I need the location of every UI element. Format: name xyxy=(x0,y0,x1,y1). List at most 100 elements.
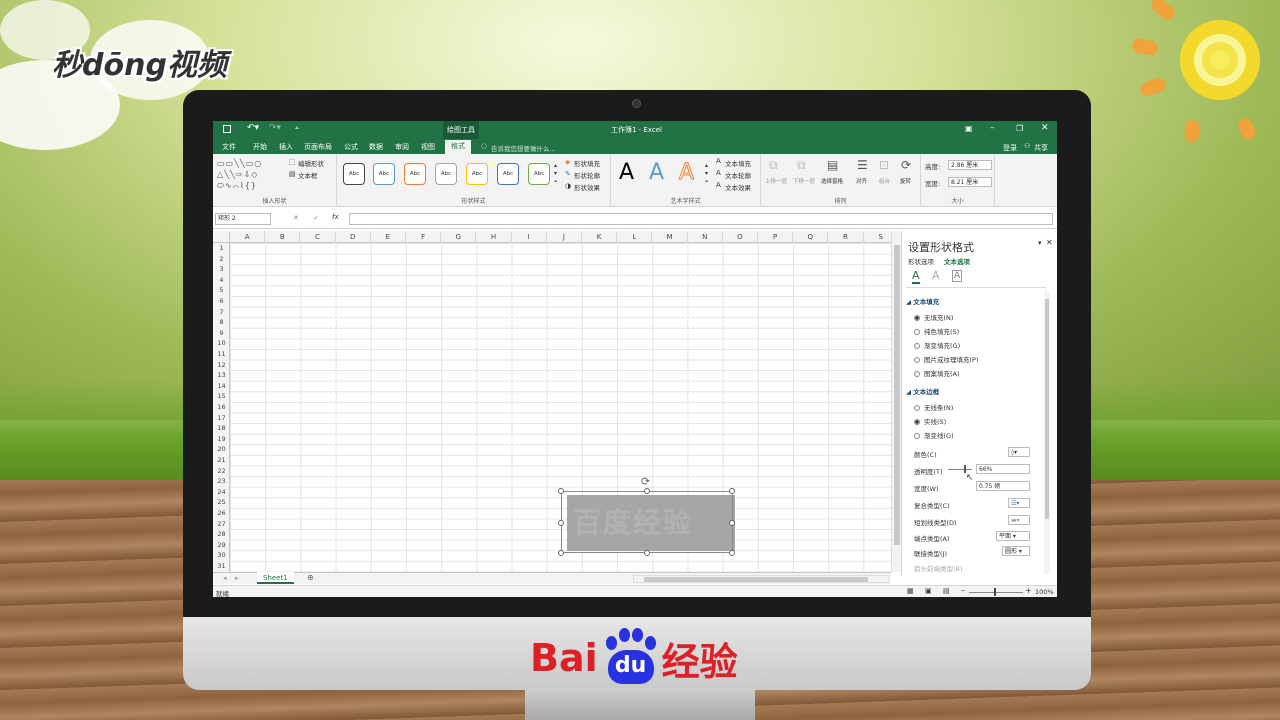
row-header[interactable]: 31 xyxy=(213,561,230,572)
column-header[interactable]: M xyxy=(652,231,688,243)
save-icon[interactable] xyxy=(223,125,231,133)
shape-fill-button[interactable]: 形状填充 xyxy=(574,158,600,168)
shape-outline-button[interactable]: 形状轮廓 xyxy=(574,170,600,180)
zoom-slider-thumb[interactable] xyxy=(994,588,996,596)
enter-icon[interactable]: ✓ xyxy=(313,214,319,222)
close-icon[interactable]: ✕ xyxy=(1041,123,1049,133)
column-header[interactable]: F xyxy=(406,231,442,243)
row-header[interactable]: 2 xyxy=(213,254,230,265)
align-button[interactable]: 对齐 xyxy=(856,177,867,185)
text-outline-button[interactable]: 文本轮廓 xyxy=(725,170,751,180)
wordart-style-black[interactable]: A xyxy=(619,160,634,185)
column-header[interactable]: C xyxy=(300,231,336,243)
row-header[interactable]: 11 xyxy=(213,349,230,360)
wordart-gallery-more-icon[interactable]: ▴ ▾ ⩡ xyxy=(705,162,708,186)
insert-function-icon[interactable]: fx xyxy=(332,213,339,221)
resize-handle[interactable] xyxy=(729,550,735,556)
radio-button[interactable] xyxy=(914,405,920,411)
zoom-in-icon[interactable]: + xyxy=(1025,586,1032,595)
transparency-input[interactable]: 66% xyxy=(976,464,1030,474)
width-input[interactable]: 0.75 磅 xyxy=(976,481,1030,491)
formula-input[interactable] xyxy=(349,213,1053,225)
wordart-style-orange[interactable]: A xyxy=(678,160,694,186)
height-input[interactable]: 2.86 厘米 xyxy=(948,160,992,170)
tab-shape-options[interactable]: 形状选项 xyxy=(908,256,934,266)
text-fill-outline-icon[interactable]: A xyxy=(912,269,920,284)
text-outline-section[interactable]: ◢ 文本边框 xyxy=(906,386,939,396)
shape-style-1[interactable]: Abc xyxy=(343,163,365,185)
zoom-out-icon[interactable]: – xyxy=(961,586,965,595)
text-effects-button[interactable]: 文本效果 xyxy=(725,182,751,192)
pane-scrollbar[interactable] xyxy=(1044,291,1050,574)
textbox-button[interactable]: 文本框 xyxy=(298,170,318,180)
zoom-level[interactable]: 100% xyxy=(1035,588,1054,596)
style-gallery-more-icon[interactable]: ▴ ▾ ⩡ xyxy=(554,162,557,186)
resize-handle[interactable] xyxy=(644,488,650,494)
column-header[interactable]: D xyxy=(336,231,371,243)
tab-insert[interactable]: 插入 xyxy=(279,142,293,152)
customize-qat-icon[interactable]: ⩡ xyxy=(295,124,299,133)
wordart-style-blue[interactable]: A xyxy=(649,160,664,185)
page-break-view-icon[interactable]: ▤ xyxy=(943,587,950,595)
text-fill-section[interactable]: ◢ 文本填充 xyxy=(906,296,939,306)
tab-format[interactable]: 格式 xyxy=(445,140,471,154)
sheet-nav-next-icon[interactable]: ▸ xyxy=(235,574,239,582)
resize-handle[interactable] xyxy=(558,488,564,494)
radio-option[interactable]: 无线条(N) xyxy=(914,402,953,412)
column-header[interactable]: B xyxy=(265,231,301,243)
tab-text-options[interactable]: 文本选项 xyxy=(944,256,970,266)
cancel-icon[interactable]: ✕ xyxy=(293,214,299,222)
row-header[interactable]: 27 xyxy=(213,519,230,530)
shape-style-5[interactable]: Abc xyxy=(466,163,488,185)
signin-link[interactable]: 登录 xyxy=(1003,143,1017,153)
compound-type-dropdown[interactable]: ☰▾ xyxy=(1008,498,1030,508)
row-header[interactable]: 10 xyxy=(213,338,230,349)
resize-handle[interactable] xyxy=(558,520,564,526)
tab-home[interactable]: 开始 xyxy=(253,142,267,152)
vertical-scrollbar[interactable] xyxy=(891,231,901,572)
row-header[interactable]: 16 xyxy=(213,402,230,413)
pane-options-icon[interactable]: ▾ xyxy=(1038,239,1042,247)
bring-forward-button[interactable]: 上移一层 xyxy=(765,177,787,185)
shape-gallery[interactable]: ▭▭╲╲▭○ △╲╲⇨⇩◇ ⬭∿⌒⌇{} xyxy=(217,158,283,190)
shape-style-7[interactable]: Abc xyxy=(528,163,550,185)
row-header[interactable]: 21 xyxy=(213,455,230,466)
radio-button[interactable] xyxy=(914,419,920,425)
resize-handle[interactable] xyxy=(729,520,735,526)
tab-page-layout[interactable]: 页面布局 xyxy=(304,142,332,152)
radio-button[interactable] xyxy=(914,371,920,377)
shape-effects-button[interactable]: 形状效果 xyxy=(574,182,600,192)
transparency-slider[interactable] xyxy=(948,469,972,470)
column-header[interactable]: Q xyxy=(793,231,829,243)
undo-icon[interactable]: ↶▾ xyxy=(247,123,259,133)
sheet-nav-prev-icon[interactable]: ◂ xyxy=(223,574,227,582)
row-header[interactable]: 6 xyxy=(213,296,230,307)
row-header[interactable]: 25 xyxy=(213,497,230,508)
row-header[interactable]: 20 xyxy=(213,444,230,455)
row-header[interactable]: 22 xyxy=(213,466,230,477)
send-backward-button[interactable]: 下移一层 xyxy=(793,177,815,185)
row-header[interactable]: 17 xyxy=(213,413,230,424)
sheet-tab-sheet1[interactable]: Sheet1 xyxy=(257,572,294,584)
normal-view-icon[interactable]: ▦ xyxy=(907,587,914,595)
ribbon-display-icon[interactable]: ▣ xyxy=(965,124,973,133)
radio-option[interactable]: 图片或纹理填充(P) xyxy=(914,354,979,364)
row-header[interactable]: 12 xyxy=(213,360,230,371)
tab-file[interactable]: 文件 xyxy=(222,142,236,152)
column-header[interactable]: A xyxy=(230,231,266,243)
radio-option[interactable]: 渐变线(G) xyxy=(914,430,954,440)
dash-type-dropdown[interactable]: ▬▾ xyxy=(1008,515,1030,525)
tab-data[interactable]: 数据 xyxy=(369,142,383,152)
add-sheet-icon[interactable]: ⊕ xyxy=(307,573,314,582)
rotate-button[interactable]: 旋转 xyxy=(900,177,911,185)
row-header[interactable]: 7 xyxy=(213,307,230,318)
row-header[interactable]: 1 xyxy=(213,243,230,254)
share-button[interactable]: 共享 xyxy=(1034,143,1048,153)
radio-option[interactable]: 无填充(N) xyxy=(914,312,953,322)
cap-type-dropdown[interactable]: 平面 ▾ xyxy=(996,531,1030,541)
text-box-tab-icon[interactable]: A xyxy=(952,270,963,282)
row-header[interactable]: 14 xyxy=(213,381,230,392)
radio-option[interactable]: 纯色填充(S) xyxy=(914,326,959,336)
zoom-slider[interactable] xyxy=(969,592,1023,593)
radio-button[interactable] xyxy=(914,433,920,439)
